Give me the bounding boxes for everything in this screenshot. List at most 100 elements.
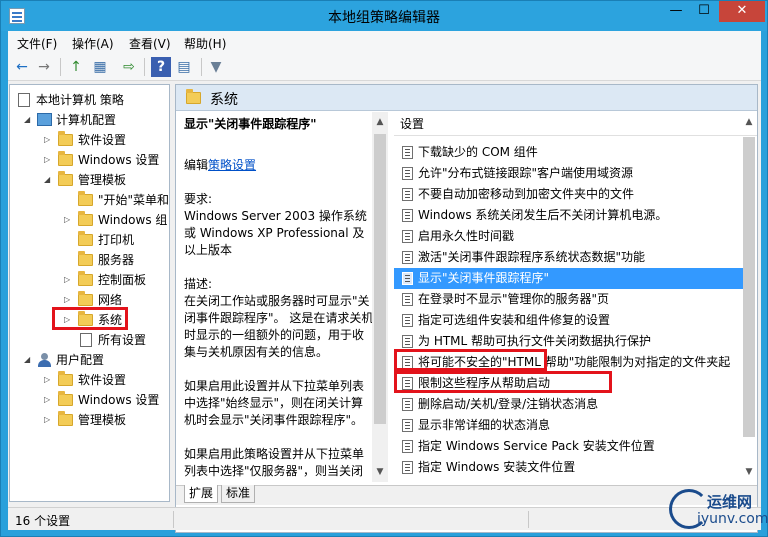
expand-icon[interactable]: ▷ — [44, 150, 53, 170]
expand-icon[interactable]: ▷ — [64, 270, 73, 290]
setting-row[interactable]: 指定 Windows Service Pack 安装文件位置 — [394, 436, 743, 457]
expand-icon[interactable]: ▷ — [44, 130, 53, 150]
setting-row[interactable]: 显示非常详细的状态消息 — [394, 415, 743, 436]
setting-row[interactable]: 显示"关闭事件跟踪程序" — [394, 268, 743, 289]
setting-row[interactable]: Windows 系统关闭发生后不关闭计算机电源。 — [394, 205, 743, 226]
highlight-box-manage-server-setting — [394, 371, 612, 393]
toolbar: ← → ↑ ▦ ⇨ ? ▤ ▼ — [8, 53, 761, 81]
client-area: 文件(F) 操作(A) 查看(V) 帮助(H) ← → ↑ ▦ ⇨ ? ▤ ▼ … — [8, 31, 761, 533]
title-bar[interactable]: 本地组策略编辑器 — ☐ ✕ — [1, 1, 767, 31]
setting-row[interactable]: 下载缺少的 COM 组件 — [394, 142, 743, 163]
setting-row[interactable]: 启用永久性时间戳 — [394, 226, 743, 247]
folder-icon — [78, 271, 93, 286]
extended-description: 显示"关闭事件跟踪程序" 编辑策略设置 要求: Windows Server 2… — [176, 112, 380, 482]
scroll-thumb[interactable] — [374, 134, 386, 424]
status-setting-count: 16 个设置 — [15, 514, 71, 528]
policy-setting-icon — [402, 167, 413, 180]
settings-list-icon — [80, 333, 92, 347]
export-list-icon[interactable]: ⇨ — [119, 57, 139, 77]
setting-row-label: 在登录时不显示"管理你的服务器"页 — [418, 292, 610, 306]
policy-setting-icon — [402, 209, 413, 222]
pane-header: 系统 — [176, 85, 757, 111]
requirements-label: 要求: — [184, 192, 213, 206]
collapse-icon[interactable]: ◢ — [44, 170, 53, 190]
description-scrollbar[interactable]: ▲ ▼ — [372, 112, 388, 482]
policy-setting-icon — [402, 419, 413, 432]
app-window: 本地组策略编辑器 — ☐ ✕ 文件(F) 操作(A) 查看(V) 帮助(H) ←… — [0, 0, 768, 537]
settings-list: 设置 下载缺少的 COM 组件允许"分布式链接跟踪"客户端使用域资源不要自动加密… — [394, 112, 757, 482]
menu-bar: 文件(F) 操作(A) 查看(V) 帮助(H) — [8, 31, 761, 53]
setting-row[interactable]: 不要自动加密移动到加密文件夹中的文件 — [394, 184, 743, 205]
highlight-box-system — [52, 307, 128, 330]
tab-extended[interactable]: 扩展 — [184, 485, 219, 503]
expand-icon[interactable]: ▷ — [64, 210, 73, 230]
show-tree-icon[interactable]: ▦ — [90, 57, 110, 77]
setting-row-label: Windows 系统关闭发生后不关闭计算机电源。 — [418, 208, 668, 222]
edit-policy-link[interactable]: 策略设置 — [208, 158, 256, 172]
folder-icon — [58, 371, 73, 386]
highlight-box-selected-setting — [394, 349, 547, 371]
policy-setting-icon — [402, 398, 413, 411]
folder-icon — [78, 231, 93, 246]
folder-icon — [58, 411, 73, 426]
back-icon[interactable]: ← — [12, 57, 32, 77]
toolbar-separator — [144, 58, 145, 76]
scroll-up-icon[interactable]: ▲ — [372, 114, 388, 130]
menu-action[interactable]: 操作(A) — [72, 35, 114, 52]
expand-icon[interactable]: ▷ — [44, 370, 53, 390]
filter-icon[interactable]: ▼ — [206, 57, 226, 77]
setting-row-label: 删除启动/关机/登录/注销状态消息 — [418, 397, 599, 411]
description-text: 在关闭工作站或服务器时可显示"关闭事件跟踪程序"。 这是在请求关机时显示的一组额… — [184, 294, 374, 359]
policy-doc-icon — [18, 93, 30, 107]
forward-icon[interactable]: → — [34, 57, 54, 77]
list-scrollbar[interactable]: ▲ ▼ — [741, 112, 757, 482]
maximize-button[interactable]: ☐ — [691, 1, 717, 22]
setting-row[interactable]: 指定可选组件安装和组件修复的设置 — [394, 310, 743, 331]
expand-icon[interactable]: ▷ — [44, 390, 53, 410]
pane-title: 系统 — [210, 92, 238, 108]
setting-row-label: 指定可选组件安装和组件修复的设置 — [418, 313, 611, 327]
setting-row-label: 指定 Windows 安装文件位置 — [418, 460, 576, 474]
setting-row-label: 不要自动加密移动到加密文件夹中的文件 — [418, 187, 635, 201]
expand-icon[interactable]: ▷ — [44, 410, 53, 430]
up-folder-icon[interactable]: ↑ — [66, 57, 86, 77]
policy-setting-icon — [402, 335, 413, 348]
close-button[interactable]: ✕ — [719, 1, 765, 22]
setting-row-label: 显示"关闭事件跟踪程序" — [418, 271, 550, 285]
setting-row[interactable]: 在登录时不显示"管理你的服务器"页 — [394, 289, 743, 310]
minimize-button[interactable]: — — [663, 1, 689, 22]
details-pane: 系统 显示"关闭事件跟踪程序" 编辑策略设置 要求: Windows Serve… — [175, 84, 758, 533]
folder-icon — [58, 151, 73, 166]
description-title: 显示"关闭事件跟踪程序" — [184, 117, 317, 131]
folder-icon — [186, 89, 201, 104]
setting-row-label: 启用永久性时间戳 — [418, 229, 515, 243]
scroll-thumb[interactable] — [743, 137, 755, 437]
folder-icon — [58, 391, 73, 406]
setting-row[interactable]: 指定 Windows 安装文件位置 — [394, 457, 743, 478]
properties-icon[interactable]: ▤ — [174, 57, 194, 77]
scroll-down-icon[interactable]: ▼ — [741, 464, 757, 480]
collapse-icon[interactable]: ◢ — [24, 110, 33, 130]
setting-row[interactable]: 删除启动/关机/登录/注销状态消息 — [394, 394, 743, 415]
computer-icon — [37, 113, 52, 126]
description-text-3: 如果启用此策略设置并从下拉菜单列表中选择"仅服务器"，则当关闭 — [184, 447, 365, 478]
description-label: 描述: — [184, 277, 213, 291]
description-text-2: 如果启用此设置并从下拉菜单列表中选择"始终显示"，则在闭关计算机时会显示"关闭事… — [184, 379, 365, 427]
setting-row[interactable]: 激活"关闭事件跟踪程序系统状态数据"功能 — [394, 247, 743, 268]
column-header-setting[interactable]: 设置 — [394, 112, 757, 136]
setting-row-label: 下载缺少的 COM 组件 — [418, 145, 538, 159]
setting-row-label: 指定 Windows Service Pack 安装文件位置 — [418, 439, 655, 453]
policy-setting-icon — [402, 188, 413, 201]
help-icon[interactable]: ? — [151, 57, 171, 77]
menu-help[interactable]: 帮助(H) — [184, 35, 226, 52]
scroll-up-icon[interactable]: ▲ — [741, 114, 757, 130]
menu-file[interactable]: 文件(F) — [17, 35, 57, 52]
scroll-down-icon[interactable]: ▼ — [372, 464, 388, 480]
menu-view[interactable]: 查看(V) — [129, 35, 171, 52]
policy-setting-icon — [402, 146, 413, 159]
setting-row[interactable]: 允许"分布式链接跟踪"客户端使用域资源 — [394, 163, 743, 184]
collapse-icon[interactable]: ◢ — [24, 350, 33, 370]
tab-standard[interactable]: 标准 — [221, 485, 256, 503]
console-tree: 本地计算机 策略 ◢ 计算机配置 ▷ 软件设置 ▷ Windows 设置 ◢ 管… — [9, 84, 170, 502]
status-divider — [528, 511, 529, 528]
